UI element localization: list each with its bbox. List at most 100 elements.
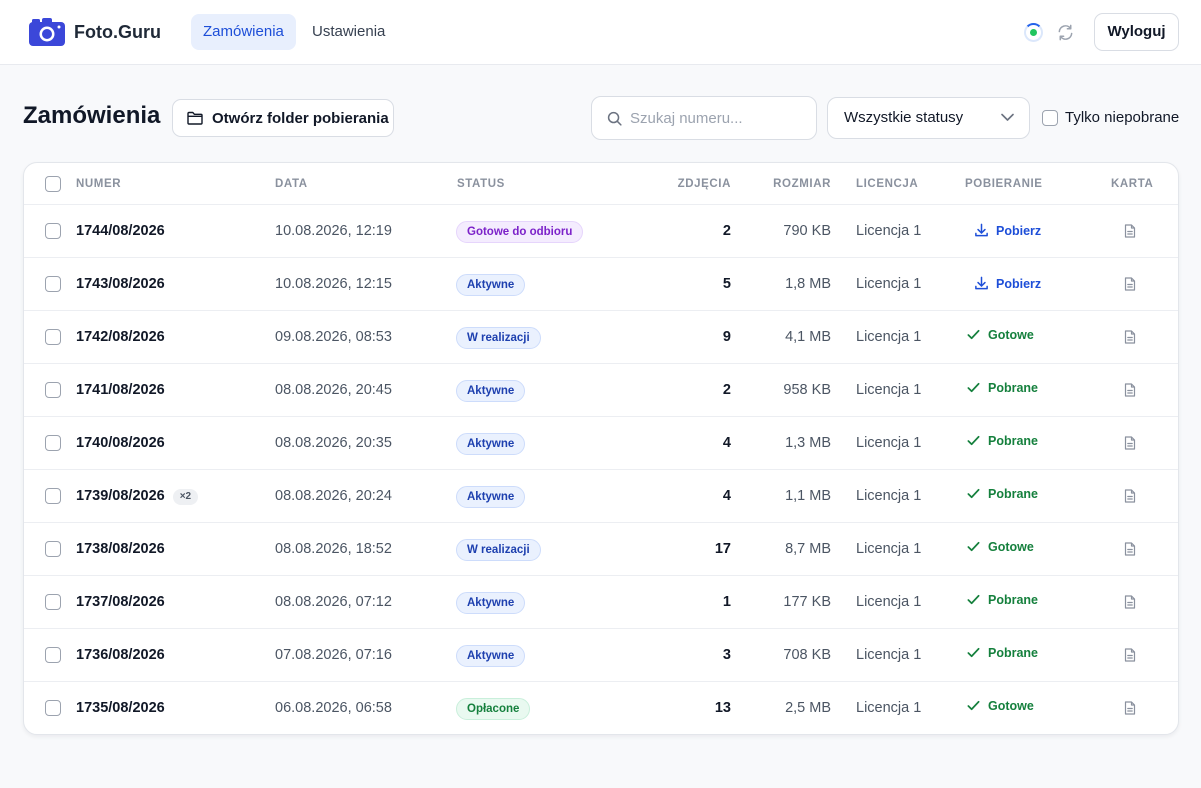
download-status: Gotowe — [966, 539, 1034, 554]
app-logo[interactable]: Foto.Guru — [29, 18, 161, 46]
page-title: Zamówienia — [23, 102, 161, 129]
row-checkbox[interactable] — [45, 382, 61, 398]
download-label: Pobrane — [988, 592, 1039, 607]
table-row[interactable]: 1742/08/2026 09.08.2026, 08:53 W realizacj… — [24, 311, 1178, 364]
order-number-cell[interactable]: 1736/08/2026 — [76, 647, 165, 663]
document-icon[interactable] — [1124, 277, 1136, 296]
table-row[interactable]: 1738/08/2026 08.08.2026, 18:52 W realizacj… — [24, 523, 1178, 576]
column-header-photos[interactable]: ZDJĘCIA — [678, 178, 731, 190]
license-value: Licencja 1 — [856, 382, 922, 398]
check-icon — [967, 541, 980, 552]
order-number-cell[interactable]: 1737/08/2026 — [76, 594, 165, 610]
table-row[interactable]: 1735/08/2026 06.08.2026, 06:58 Opłacone 13 2… — [24, 682, 1178, 734]
download-status: Pobrane — [966, 645, 1038, 660]
order-date: 08.08.2026, 20:45 — [275, 382, 392, 398]
download-label: Pobrane — [988, 486, 1039, 501]
row-checkbox[interactable] — [45, 276, 61, 292]
column-header-card: KARTA — [1111, 178, 1154, 190]
order-number-cell[interactable]: 1743/08/2026 — [76, 276, 165, 292]
row-checkbox[interactable] — [45, 594, 61, 610]
order-date: 10.08.2026, 12:15 — [275, 276, 392, 292]
document-icon[interactable] — [1124, 330, 1136, 349]
order-size: 177 KB — [783, 594, 831, 610]
row-checkbox[interactable] — [45, 223, 61, 239]
status-filter-select[interactable]: Wszystkie statusy — [827, 97, 1030, 139]
top-navigation-bar: Foto.Guru Zamówienia Ustawienia Wyloguj — [0, 0, 1201, 65]
table-row[interactable]: 1743/08/2026 10.08.2026, 12:15 Aktywne 5 1,8… — [24, 258, 1178, 311]
download-button[interactable]: Pobierz — [974, 276, 1041, 291]
check-icon — [967, 594, 980, 605]
document-icon[interactable] — [1124, 701, 1136, 720]
row-checkbox[interactable] — [45, 647, 61, 663]
license-value: Licencja 1 — [856, 329, 922, 345]
license-value: Licencja 1 — [856, 223, 922, 239]
logout-button[interactable]: Wyloguj — [1094, 13, 1179, 51]
document-icon[interactable] — [1124, 542, 1136, 561]
order-number: 1744/08/2026 — [76, 223, 165, 239]
download-label: Pobierz — [996, 223, 1042, 238]
status-badge: Aktywne — [456, 486, 526, 508]
order-number-cell[interactable]: 1735/08/2026 — [76, 700, 165, 716]
column-header-size[interactable]: ROZMIAR — [773, 178, 831, 190]
order-number: 1738/08/2026 — [76, 541, 165, 557]
photo-count: 13 — [714, 700, 731, 716]
order-number-cell[interactable]: 1744/08/2026 — [76, 223, 165, 239]
order-number: 1735/08/2026 — [76, 700, 165, 716]
status-badge: W realizacji — [456, 327, 541, 349]
download-status: Gotowe — [966, 698, 1034, 713]
license-value: Licencja 1 — [856, 276, 922, 292]
refresh-icon[interactable] — [1056, 23, 1075, 42]
order-size: 708 KB — [783, 647, 831, 663]
order-number: 1737/08/2026 — [76, 594, 165, 610]
tab-settings[interactable]: Ustawienia — [300, 14, 397, 50]
order-number: 1743/08/2026 — [76, 276, 165, 292]
only-not-downloaded-checkbox[interactable] — [1042, 109, 1058, 126]
order-size: 1,1 MB — [785, 488, 831, 504]
search-input[interactable] — [630, 97, 810, 139]
document-icon[interactable] — [1124, 383, 1136, 402]
license-value: Licencja 1 — [856, 594, 922, 610]
table-row[interactable]: 1737/08/2026 08.08.2026, 07:12 Aktywne 1 177… — [24, 576, 1178, 629]
status-badge: Aktywne — [456, 645, 526, 667]
order-number-cell[interactable]: 1741/08/2026 — [76, 382, 165, 398]
duplicate-count-badge: ×2 — [172, 489, 199, 505]
document-icon[interactable] — [1124, 436, 1136, 455]
document-icon[interactable] — [1124, 595, 1136, 614]
document-icon[interactable] — [1124, 224, 1136, 243]
open-download-folder-button[interactable]: Otwórz folder pobierania — [172, 99, 394, 137]
column-header-status[interactable]: STATUS — [457, 178, 505, 190]
license-value: Licencja 1 — [856, 435, 922, 451]
download-icon — [975, 223, 988, 237]
document-icon[interactable] — [1124, 489, 1136, 508]
row-checkbox[interactable] — [45, 329, 61, 345]
order-size: 1,8 MB — [785, 276, 831, 292]
order-number-cell[interactable]: 1740/08/2026 — [76, 435, 165, 451]
select-all-checkbox[interactable] — [45, 176, 61, 192]
row-checkbox[interactable] — [45, 488, 61, 504]
download-status: Pobrane — [966, 380, 1038, 395]
column-header-date[interactable]: DATA — [275, 178, 308, 190]
status-filter-value: Wszystkie statusy — [844, 109, 964, 126]
table-row[interactable]: 1739/08/2026 ×2 08.08.2026, 20:24 Aktywne 4 1… — [24, 470, 1178, 523]
tab-orders[interactable]: Zamówienia — [191, 14, 296, 50]
table-row[interactable]: 1744/08/2026 10.08.2026, 12:19 Gotowe do o… — [24, 205, 1178, 258]
license-value: Licencja 1 — [856, 488, 922, 504]
download-button[interactable]: Pobierz — [974, 223, 1041, 238]
column-header-download: POBIERANIE — [965, 178, 1043, 190]
row-checkbox[interactable] — [45, 700, 61, 716]
row-checkbox[interactable] — [45, 541, 61, 557]
order-number-cell[interactable]: 1738/08/2026 — [76, 541, 165, 557]
row-checkbox[interactable] — [45, 435, 61, 451]
order-date: 08.08.2026, 18:52 — [275, 541, 392, 557]
document-icon[interactable] — [1124, 648, 1136, 667]
check-icon — [967, 329, 980, 340]
order-number-cell[interactable]: 1742/08/2026 — [76, 329, 165, 345]
order-number-cell[interactable]: 1739/08/2026 ×2 — [76, 488, 199, 505]
table-row[interactable]: 1736/08/2026 07.08.2026, 07:16 Aktywne 3 708… — [24, 629, 1178, 682]
table-row[interactable]: 1740/08/2026 08.08.2026, 20:35 Aktywne 4 1,3… — [24, 417, 1178, 470]
table-row[interactable]: 1741/08/2026 08.08.2026, 20:45 Aktywne 2 958… — [24, 364, 1178, 417]
column-header-number[interactable]: NUMER — [76, 178, 121, 190]
download-label: Gotowe — [988, 539, 1034, 554]
column-header-license[interactable]: LICENCJA — [856, 178, 918, 190]
only-not-downloaded-toggle[interactable]: Tylko niepobrane — [1042, 109, 1179, 126]
